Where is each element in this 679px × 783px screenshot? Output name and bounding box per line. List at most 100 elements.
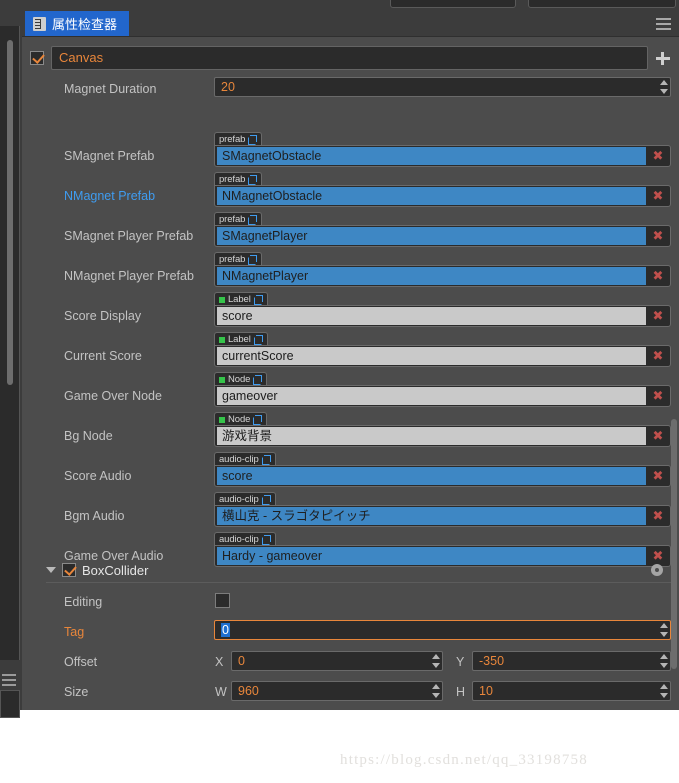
badge-label: Node [228,374,251,385]
editing-checkbox[interactable] [215,593,230,608]
left-neighbor-panel [0,10,22,718]
properties-inspector-panel: 属性检查器 Canvas Magnet Duration 20 SMagnet … [22,10,679,710]
clear-icon[interactable]: ✖ [646,148,670,164]
external-link-icon[interactable] [253,335,263,345]
clear-icon[interactable]: ✖ [646,348,670,364]
field-current-score-value: currentScore [217,347,646,365]
field-bg-node-value: 游戏背景 [217,427,646,445]
top-toolbar-strip [0,0,679,10]
plus-icon[interactable] [655,50,671,66]
clear-icon[interactable]: ✖ [646,228,670,244]
field-magnet-duration-value: 20 [221,80,235,94]
external-link-icon[interactable] [253,415,263,425]
field-offset-x[interactable]: 0 [231,651,443,671]
property-label-score-audio: Score Audio [64,469,132,483]
badge-label: prefab [219,134,246,145]
field-current-score[interactable]: currentScore ✖ [214,345,671,367]
field-bgm-audio[interactable]: 横山克 - スラゴタピイッチ ✖ [214,505,671,527]
inspector-scrollbar-thumb[interactable] [671,419,677,669]
field-size-h[interactable]: 10 [472,681,671,701]
field-tag-value: 0 [221,623,230,637]
property-label-current-score: Current Score [64,349,142,363]
stepper-tag[interactable] [658,621,669,639]
external-link-icon[interactable] [261,455,271,465]
field-smagnet-prefab[interactable]: SMagnetObstacle ✖ [214,145,671,167]
top-partial-field-left[interactable] [390,0,516,8]
clear-icon[interactable]: ✖ [646,268,670,284]
field-nmagnet-player-prefab[interactable]: NMagnetPlayer ✖ [214,265,671,287]
panel-tabbar: 属性检查器 [22,10,679,37]
component-header-boxcollider[interactable]: BoxCollider [46,558,671,582]
top-partial-field-right[interactable] [528,0,676,8]
stepper-offset-x[interactable] [430,652,441,670]
field-smagnet-prefab-value: SMagnetObstacle [217,147,646,165]
clear-icon[interactable]: ✖ [646,188,670,204]
clear-icon[interactable]: ✖ [646,468,670,484]
property-label-nmagnet-prefab[interactable]: NMagnet Prefab [64,189,155,203]
external-link-icon[interactable] [253,375,263,385]
stepper-size-w[interactable] [430,682,441,700]
component-title: BoxCollider [82,562,149,578]
hamburger-menu-icon[interactable] [656,18,671,30]
component-type-dot-icon [219,336,225,343]
field-smagnet-player-prefab[interactable]: SMagnetPlayer ✖ [214,225,671,247]
external-link-icon[interactable] [261,495,271,505]
property-label-bgm-audio: Bgm Audio [64,509,125,523]
clear-icon[interactable]: ✖ [646,508,670,524]
field-tag[interactable]: 0 [214,620,671,640]
inspector-icon [33,16,46,31]
field-score-audio[interactable]: score ✖ [214,465,671,487]
axis-label-y: Y [456,655,465,669]
node-header-row: Canvas [30,45,671,71]
property-label-editing: Editing [64,595,103,609]
clear-icon[interactable]: ✖ [646,388,670,404]
field-bg-node[interactable]: 游戏背景 ✖ [214,425,671,447]
field-smagnet-player-prefab-value: SMagnetPlayer [217,227,646,245]
property-label-magnet-duration: Magnet Duration [64,82,157,96]
gear-icon[interactable] [651,564,663,576]
component-enabled-checkbox[interactable] [62,563,76,577]
external-link-icon[interactable] [248,135,258,145]
external-link-icon[interactable] [248,215,258,225]
badge-prefab-smagnet: prefab [214,132,263,146]
external-link-icon[interactable] [248,255,258,265]
left-scrollbar-thumb[interactable] [7,40,13,385]
left-panel-bottom-box [0,690,20,718]
clear-icon[interactable]: ✖ [646,308,670,324]
tab-properties-inspector[interactable]: 属性检查器 [25,11,130,36]
badge-label: audio-clip [219,534,259,545]
badge-prefab-smagnet-player: prefab [214,212,263,226]
node-enabled-checkbox[interactable] [30,51,44,65]
field-score-display[interactable]: score ✖ [214,305,671,327]
field-size-w[interactable]: 960 [231,681,443,701]
external-link-icon[interactable] [248,175,258,185]
field-bgm-audio-value: 横山克 - スラゴタピイッチ [217,507,646,525]
badge-audio-clip-bgm: audio-clip [214,492,276,506]
property-label-nmagnet-player-prefab: NMagnet Player Prefab [64,269,194,283]
field-offset-y[interactable]: -350 [472,651,671,671]
field-size-h-value: 10 [479,684,493,698]
axis-label-x: X [215,655,224,669]
stepper-offset-y[interactable] [658,652,669,670]
triangle-down-icon[interactable] [46,567,56,573]
external-link-icon[interactable] [261,535,271,545]
badge-node-game-over: Node [214,372,268,386]
clear-icon[interactable]: ✖ [646,428,670,444]
field-game-over-node[interactable]: gameover ✖ [214,385,671,407]
field-nmagnet-prefab[interactable]: NMagnetObstacle ✖ [214,185,671,207]
component-type-dot-icon [219,416,225,423]
badge-label: prefab [219,254,246,265]
node-name-input[interactable]: Canvas [51,46,648,70]
left-panel-bottom-menu-icon[interactable] [2,674,16,686]
stepper-size-h[interactable] [658,682,669,700]
external-link-icon[interactable] [253,295,263,305]
axis-label-h: H [456,685,466,699]
stepper-magnet-duration[interactable] [658,78,669,96]
field-score-audio-value: score [217,467,646,485]
property-label-tag: Tag [64,625,85,639]
field-magnet-duration[interactable]: 20 [214,77,671,97]
badge-audio-clip-gameover: audio-clip [214,532,276,546]
property-label-offset: Offset [64,655,98,669]
badge-label: Label [228,294,251,305]
badge-audio-clip-score: audio-clip [214,452,276,466]
